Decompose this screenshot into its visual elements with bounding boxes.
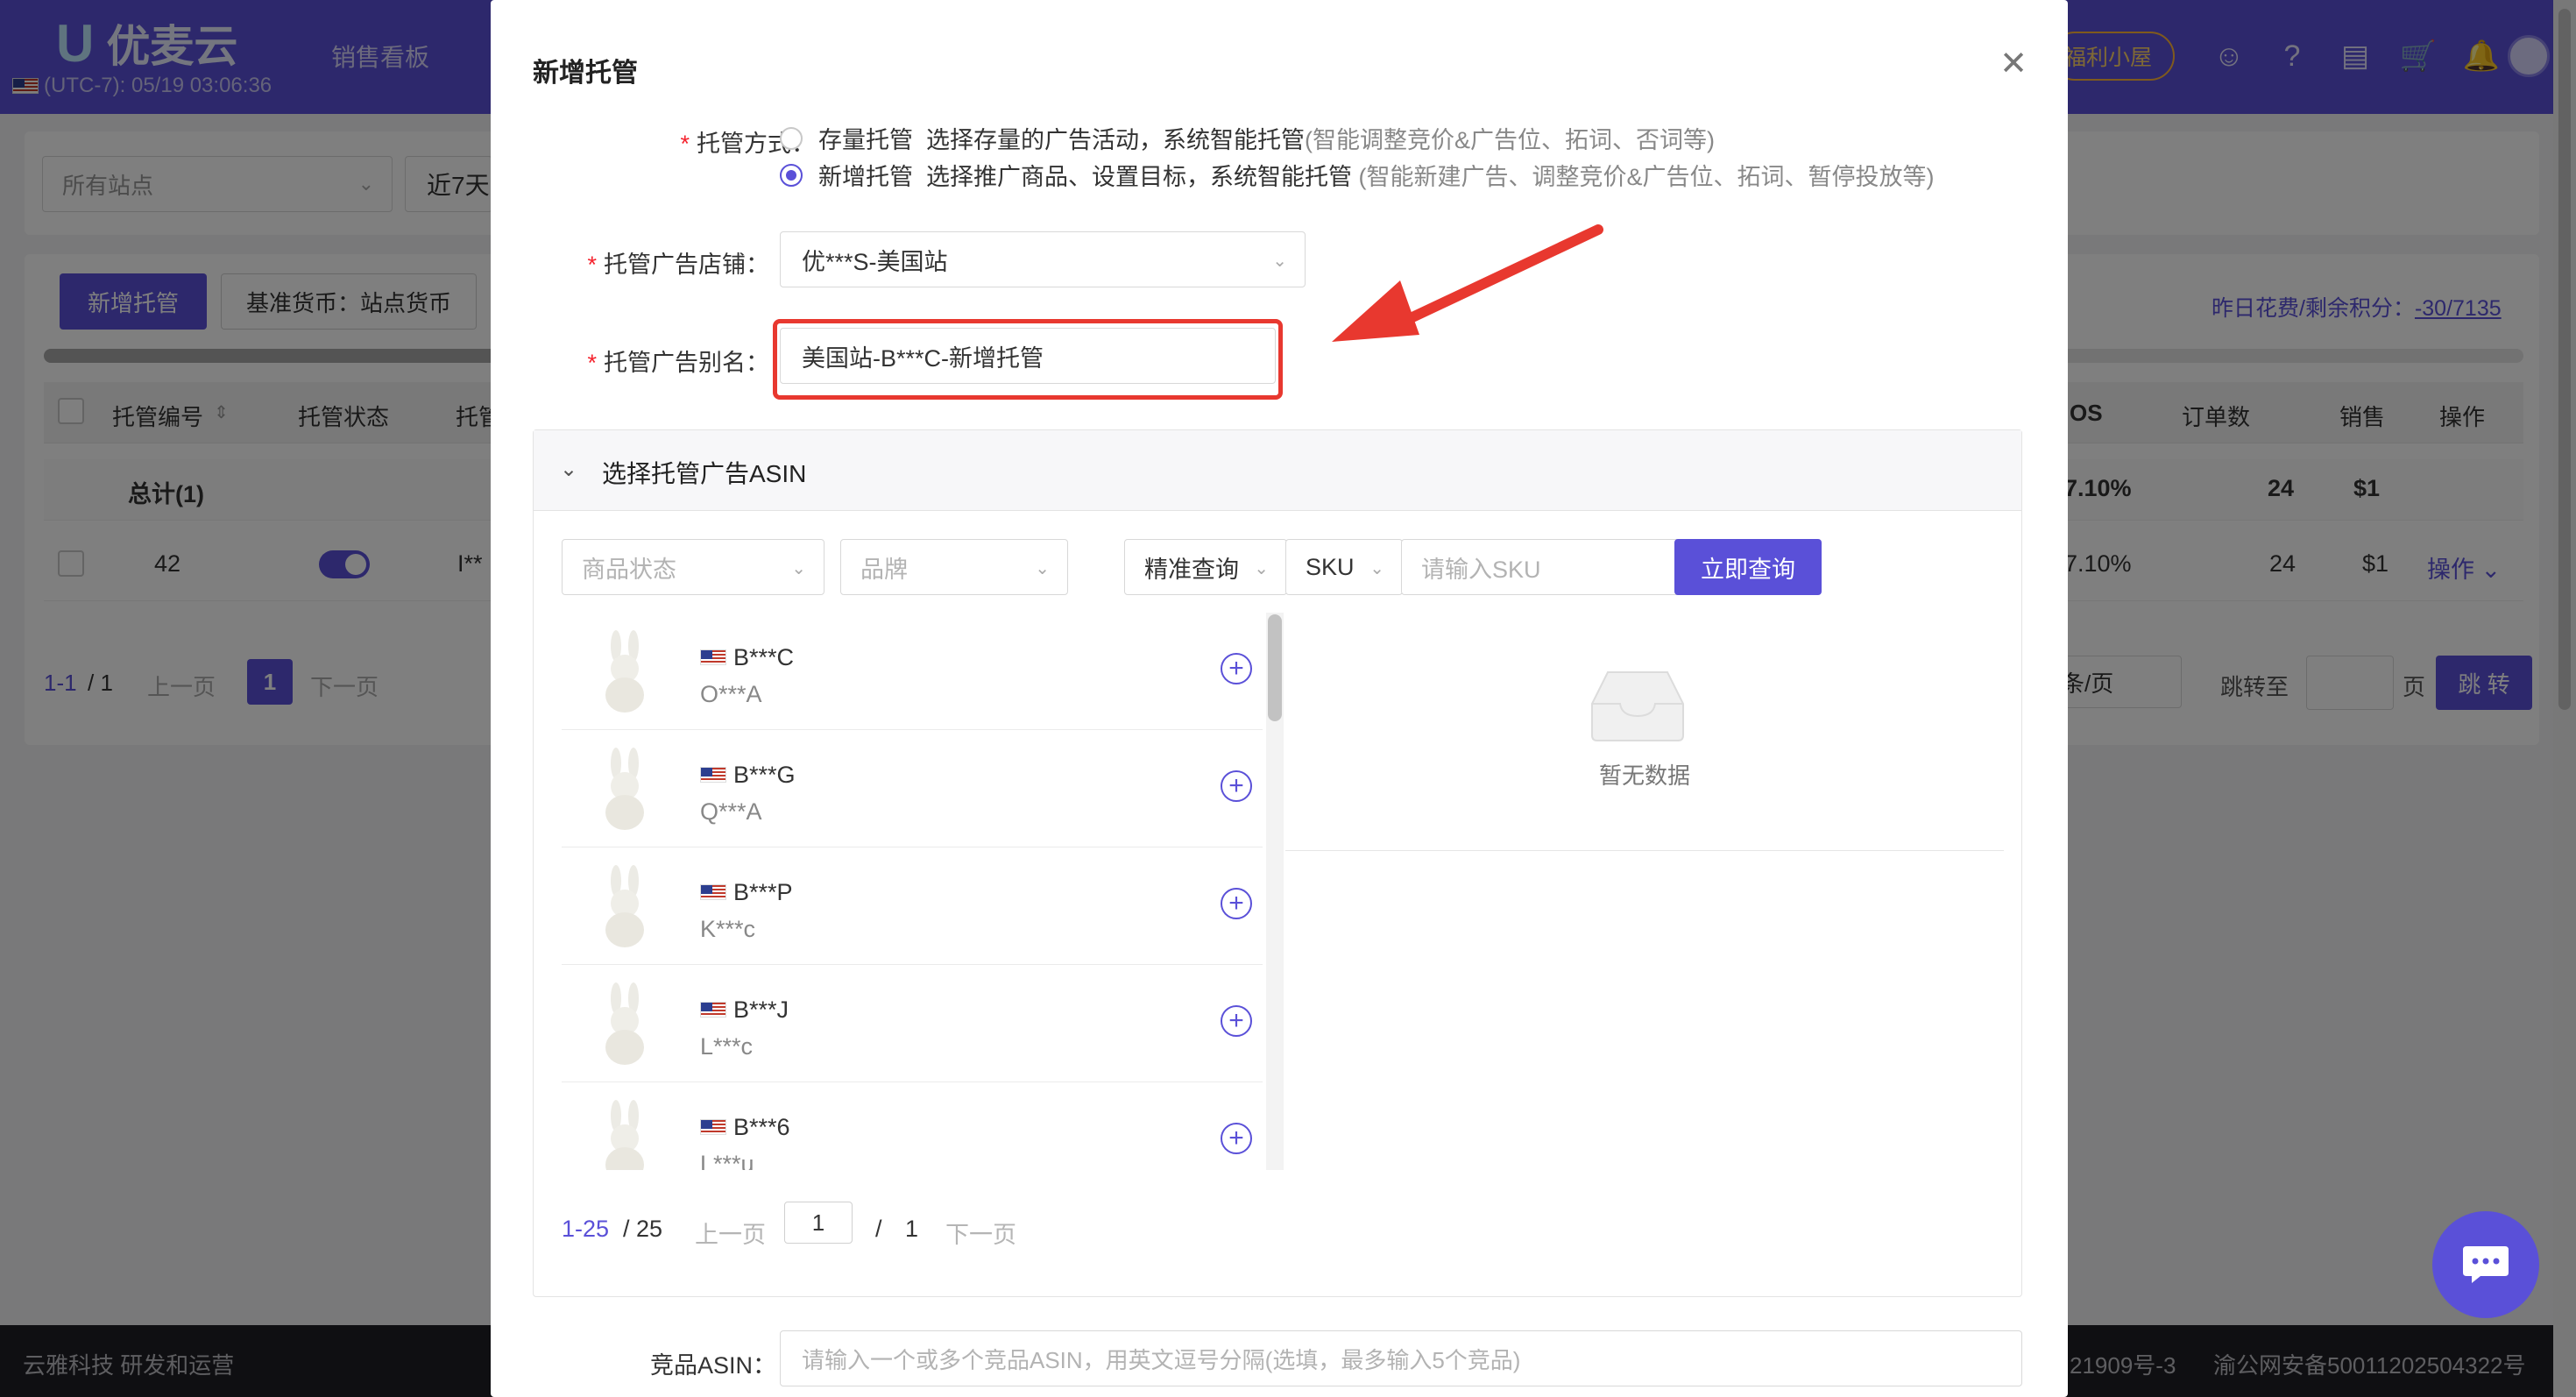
mode-existing-name: 存量托管 <box>818 127 913 153</box>
search-field-select[interactable]: SKU ⌄ <box>1285 539 1403 595</box>
chevron-down-icon: ⌄ <box>1369 559 1384 578</box>
chevron-down-icon: ⌄ <box>791 559 806 578</box>
mode-new-name: 新增托管 <box>818 164 913 190</box>
brand-select[interactable]: 品牌 ⌄ <box>840 539 1068 595</box>
add-icon[interactable]: + <box>1221 888 1252 919</box>
product-thumbnail <box>605 630 644 713</box>
store-label: * 托管广告店铺： <box>587 252 769 278</box>
product-status-select[interactable]: 商品状态 ⌄ <box>562 539 824 595</box>
us-flag-icon <box>700 649 726 665</box>
alias-label: * 托管广告别名： <box>587 350 769 376</box>
list-pager-prev[interactable]: 上一页 <box>695 1216 766 1250</box>
list-pager-slash: / <box>875 1216 882 1242</box>
list-item[interactable]: B***6 L***u + <box>562 1082 1263 1170</box>
product-sku: O***A <box>700 681 762 707</box>
add-icon[interactable]: + <box>1221 653 1252 684</box>
product-thumbnail <box>605 865 644 947</box>
mode-new-desc: 选择推广商品、设置目标，系统智能托管 <box>926 164 1353 190</box>
brand-label: 品牌 <box>860 556 908 583</box>
product-asin: B***6 <box>733 1114 790 1140</box>
list-page-input[interactable]: 1 <box>784 1202 853 1244</box>
mode-option-new[interactable]: 新增托管 选择推广商品、设置目标，系统智能托管 (智能新建广告、调整竞价&广告位… <box>780 158 1935 192</box>
list-pager-pages: 1 <box>905 1216 919 1242</box>
empty-box-icon <box>1591 671 1684 741</box>
product-thumbnail <box>605 748 644 830</box>
chat-icon <box>2463 1246 2509 1283</box>
product-thumbnail <box>605 1100 644 1170</box>
close-icon[interactable]: ✕ <box>1996 46 2031 82</box>
list-item[interactable]: B***P K***c + <box>562 847 1263 965</box>
us-flag-icon <box>700 1002 726 1018</box>
modal-title: 新增托管 <box>533 59 638 88</box>
list-item[interactable]: B***J L***c + <box>562 965 1263 1082</box>
chevron-down-icon[interactable]: ⌄ <box>560 457 577 482</box>
product-sku: L***c <box>700 1033 754 1060</box>
competitor-label: 竞品ASIN： <box>650 1352 777 1379</box>
us-flag-icon <box>700 1119 726 1135</box>
product-list: B***C O***A + B***G Q***A + B***P K***c … <box>562 613 1273 1170</box>
store-select[interactable]: 优***S-美国站 ⌄ <box>780 231 1306 287</box>
mode-existing-hint: (智能调整竞价&广告位、拓词、否词等) <box>1305 127 1716 153</box>
product-sku: Q***A <box>700 798 762 825</box>
mode-existing-desc: 选择存量的广告活动，系统智能托管 <box>926 127 1306 153</box>
product-thumbnail <box>605 982 644 1065</box>
alias-label-text: 托管广告别名： <box>604 350 769 376</box>
product-sku: L***u <box>700 1151 754 1170</box>
product-asin: B***G <box>733 762 796 788</box>
asin-section: ⌄ 选择托管广告ASIN 商品状态 ⌄ 品牌 ⌄ 精准查询 ⌄ SKU ⌄ 请输… <box>533 429 2022 1297</box>
list-item[interactable]: B***G Q***A + <box>562 730 1263 847</box>
chat-button[interactable] <box>2432 1211 2539 1318</box>
add-icon[interactable]: + <box>1221 770 1252 802</box>
new-hosting-modal: 新增托管 ✕ * 托管方式： 存量托管 选择存量的广告活动，系统智能托管 (智能调整… <box>491 0 2068 1397</box>
product-asin: B***C <box>733 644 795 670</box>
chevron-down-icon: ⌄ <box>1254 559 1269 578</box>
radio-existing[interactable] <box>780 126 803 150</box>
list-item[interactable]: B***C O***A + <box>562 613 1263 730</box>
competitor-asin-input[interactable]: 请输入一个或多个竞品ASIN，用英文逗号分隔(选填，最多输入5个竞品) <box>780 1330 2022 1386</box>
asin-section-title: 选择托管广告ASIN <box>602 460 807 487</box>
product-status-label: 商品状态 <box>582 556 676 583</box>
list-pager-total: / 25 <box>623 1216 663 1242</box>
selected-products-pane: 暂无数据 <box>1285 613 2004 851</box>
us-flag-icon <box>700 884 726 900</box>
mode-option-existing[interactable]: 存量托管 选择存量的广告活动，系统智能托管 (智能调整竞价&广告位、拓词、否词等) <box>780 121 1715 155</box>
match-type-select[interactable]: 精准查询 ⌄ <box>1124 539 1287 595</box>
empty-text: 暂无数据 <box>1598 762 1690 789</box>
store-select-value: 优***S-美国站 <box>802 248 948 275</box>
product-asin: B***P <box>733 879 793 905</box>
add-icon[interactable]: + <box>1221 1005 1252 1037</box>
us-flag-icon <box>700 767 726 783</box>
list-pager-next[interactable]: 下一页 <box>945 1216 1016 1250</box>
search-field-label: SKU <box>1306 553 1355 580</box>
add-icon[interactable]: + <box>1221 1123 1252 1154</box>
annotation-arrow-icon <box>1332 224 1603 342</box>
asin-section-header[interactable]: ⌄ 选择托管广告ASIN <box>534 430 2021 511</box>
mode-new-hint: (智能新建广告、调整竞价&广告位、拓词、暂停投放等) <box>1358 164 1935 190</box>
chevron-down-icon: ⌄ <box>1272 252 1287 271</box>
product-asin: B***J <box>733 996 789 1023</box>
search-button[interactable]: 立即查询 <box>1674 539 1822 595</box>
chevron-down-icon: ⌄ <box>1035 559 1050 578</box>
store-label-text: 托管广告店铺： <box>604 252 769 278</box>
match-type-label: 精准查询 <box>1144 556 1239 583</box>
radio-new[interactable] <box>780 163 803 187</box>
product-sku: K***c <box>700 916 756 942</box>
product-list-scrollbar-thumb[interactable] <box>1268 614 1282 721</box>
annotation-highlight-box <box>773 319 1283 400</box>
list-pager-range: 1-25 <box>562 1216 610 1242</box>
